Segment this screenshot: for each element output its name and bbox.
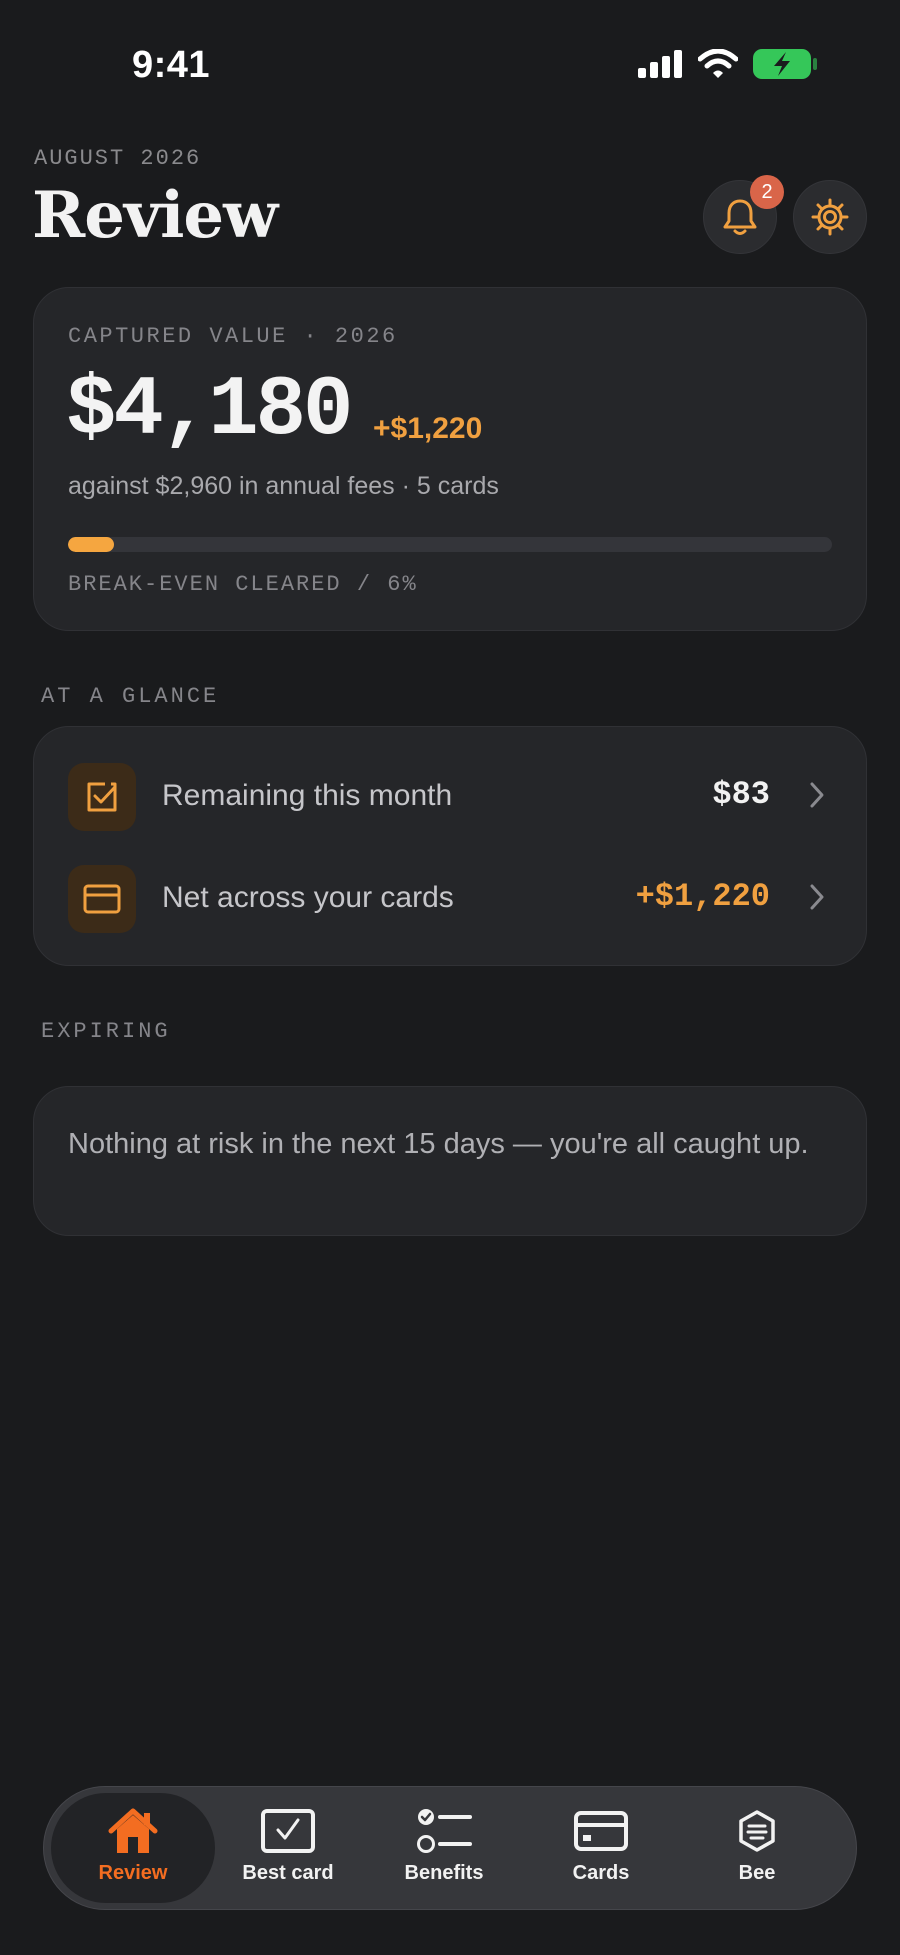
captured-value-subtitle: against $2,960 in annual fees · 5 cards xyxy=(68,472,499,500)
notifications-button[interactable]: 2 xyxy=(703,175,784,254)
tab-bee[interactable]: Bee xyxy=(675,1793,839,1903)
at-a-glance-heading: AT A GLANCE xyxy=(41,684,220,709)
tab-cards[interactable]: Cards xyxy=(519,1793,683,1903)
captured-value-amount: $4,180 xyxy=(66,364,353,459)
glance-row-remaining[interactable]: Remaining this month $83 xyxy=(34,747,866,847)
tab-label: Benefits xyxy=(404,1862,484,1884)
tab-review[interactable]: Review xyxy=(51,1793,215,1903)
check-square-icon xyxy=(260,1805,316,1857)
bell-icon xyxy=(723,199,757,235)
at-a-glance-card: Remaining this month $83 Net across your… xyxy=(33,726,867,966)
notification-badge: 2 xyxy=(750,175,784,209)
gear-icon xyxy=(811,198,849,236)
battery-charging-icon xyxy=(753,49,817,79)
break-even-label: BREAK-EVEN CLEARED / 6% xyxy=(68,572,418,597)
chevron-right-icon xyxy=(810,782,824,808)
expiring-message: Nothing at risk in the next 15 days — yo… xyxy=(68,1128,809,1160)
tab-bar: Review Best card Benefits Cards Bee xyxy=(43,1786,857,1910)
card-icon xyxy=(68,865,136,933)
captured-value-delta: +$1,220 xyxy=(373,412,483,445)
home-icon xyxy=(105,1805,161,1857)
month-label: AUGUST 2026 xyxy=(34,146,202,171)
status-bar: 9:41 xyxy=(0,0,900,132)
tab-label: Best card xyxy=(242,1862,334,1884)
chevron-right-icon xyxy=(810,884,824,910)
glance-row-label: Net across your cards xyxy=(162,881,454,914)
break-even-progress xyxy=(68,537,832,552)
status-time: 9:41 xyxy=(132,44,211,86)
tab-label: Review xyxy=(98,1862,168,1884)
expiring-heading: EXPIRING xyxy=(41,1019,171,1044)
break-even-progress-fill xyxy=(68,537,114,552)
glance-row-value: $83 xyxy=(712,776,770,813)
bee-icon xyxy=(737,1805,777,1857)
tab-best-card[interactable]: Best card xyxy=(206,1793,370,1903)
tab-label: Bee xyxy=(738,1862,776,1884)
checkbox-icon xyxy=(68,763,136,831)
credit-card-icon xyxy=(573,1805,629,1857)
settings-button[interactable] xyxy=(793,180,867,254)
tab-benefits[interactable]: Benefits xyxy=(362,1793,526,1903)
captured-value-eyebrow: CAPTURED VALUE · 2026 xyxy=(68,324,398,349)
signal-icon xyxy=(638,50,682,78)
status-icons xyxy=(638,48,818,80)
glance-row-net[interactable]: Net across your cards +$1,220 xyxy=(34,849,866,949)
tab-label: Cards xyxy=(572,1862,630,1884)
checklist-icon xyxy=(416,1805,472,1857)
glance-row-value: +$1,220 xyxy=(635,878,770,915)
captured-value-card: CAPTURED VALUE · 2026 $4,180 +$1,220 aga… xyxy=(33,287,867,631)
expiring-card: Nothing at risk in the next 15 days — yo… xyxy=(33,1086,867,1236)
wifi-icon xyxy=(698,49,738,78)
page-title: Review xyxy=(32,178,278,253)
glance-row-label: Remaining this month xyxy=(162,779,453,812)
